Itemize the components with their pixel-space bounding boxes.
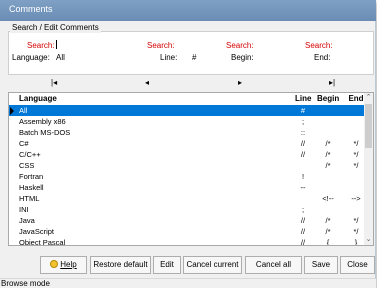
- cell-end[interactable]: */: [347, 226, 365, 237]
- cell-line[interactable]: --: [295, 182, 311, 193]
- cell-line[interactable]: //: [295, 226, 311, 237]
- table-row[interactable]: CSS /* */: [9, 160, 365, 171]
- nav-next-button[interactable]: ▸: [238, 78, 242, 88]
- cell-line[interactable]: #: [295, 105, 311, 116]
- table-row[interactable]: HTML <!-- -->: [9, 193, 365, 204]
- cell-language[interactable]: Object Pascal: [19, 237, 65, 245]
- cell-end[interactable]: */: [347, 160, 365, 171]
- cell-begin[interactable]: /*: [317, 138, 339, 149]
- column-language[interactable]: Language: [19, 93, 57, 105]
- save-button[interactable]: Save: [304, 256, 338, 274]
- table-row[interactable]: C# // /* */: [9, 138, 365, 149]
- begin-field[interactable]: [256, 52, 294, 64]
- line-label: Line:: [160, 53, 178, 62]
- cell-begin[interactable]: <!--: [317, 193, 339, 204]
- cell-begin[interactable]: /*: [317, 160, 339, 171]
- cell-language[interactable]: Haskell: [19, 182, 44, 193]
- title-bar: Comments: [0, 0, 376, 21]
- table-row[interactable]: C/C++ // /* */: [9, 149, 365, 160]
- table-row[interactable]: Batch MS-DOS::: [9, 127, 365, 138]
- window-title: Comments: [9, 4, 53, 14]
- cell-language[interactable]: HTML: [19, 193, 39, 204]
- cell-end[interactable]: }: [347, 237, 365, 245]
- cell-line[interactable]: //: [295, 149, 311, 160]
- end-search-input[interactable]: [334, 40, 370, 52]
- status-text: Browse mode: [1, 279, 50, 288]
- close-button[interactable]: Close: [340, 256, 375, 274]
- line-field[interactable]: #: [178, 52, 212, 64]
- column-line[interactable]: Line: [295, 93, 311, 105]
- cell-begin[interactable]: /*: [317, 215, 339, 226]
- grid-header: Language Line Begin End: [9, 93, 365, 105]
- cell-language[interactable]: C/C++: [19, 149, 41, 160]
- column-end[interactable]: End: [347, 93, 365, 105]
- language-field[interactable]: All: [54, 52, 134, 64]
- language-search-label: Search:: [27, 41, 55, 50]
- restore-default-button[interactable]: Restore default: [90, 256, 151, 274]
- line-search-input[interactable]: [178, 40, 212, 52]
- begin-search-input[interactable]: [256, 40, 294, 52]
- status-bar: Browse mode: [0, 278, 376, 288]
- cell-line[interactable]: //: [295, 138, 311, 149]
- table-row[interactable]: Assembly x86;: [9, 116, 365, 127]
- cell-line[interactable]: !: [295, 171, 311, 182]
- table-row[interactable]: Haskell --: [9, 182, 365, 193]
- cell-begin[interactable]: {: [317, 237, 339, 245]
- cell-language[interactable]: CSS: [19, 160, 34, 171]
- nav-last-button[interactable]: ▸|: [329, 78, 335, 88]
- button-bar: Help Restore default Edit Cancel current…: [40, 256, 376, 274]
- begin-search-label: Search:: [226, 41, 254, 50]
- cell-language[interactable]: INI: [19, 204, 29, 215]
- table-row[interactable]: Java // /* */: [9, 215, 365, 226]
- cell-end[interactable]: -->: [347, 193, 365, 204]
- comments-window: Comments Search / Edit Comments Search: …: [0, 0, 376, 288]
- cell-language[interactable]: Assembly x86: [19, 116, 66, 127]
- table-row[interactable]: JavaScript // /* */: [9, 226, 365, 237]
- cell-line[interactable]: ;: [295, 204, 311, 215]
- column-begin[interactable]: Begin: [317, 93, 339, 105]
- cell-end[interactable]: */: [347, 149, 365, 160]
- table-row[interactable]: All #: [9, 105, 365, 116]
- cell-line[interactable]: ::: [295, 127, 311, 138]
- cell-line[interactable]: //: [295, 237, 311, 245]
- nav-first-button[interactable]: |◂: [51, 78, 57, 88]
- cell-language[interactable]: JavaScript: [19, 226, 54, 237]
- text-caret: [56, 40, 57, 49]
- cell-language[interactable]: Batch MS-DOS: [19, 127, 70, 138]
- cell-language[interactable]: C#: [19, 138, 29, 149]
- language-search-input[interactable]: [54, 40, 134, 52]
- scroll-thumb[interactable]: [365, 104, 372, 148]
- cell-language[interactable]: All: [19, 105, 27, 116]
- table-row[interactable]: Fortran!: [9, 171, 365, 182]
- table-row[interactable]: Object Pascal // {}: [9, 237, 365, 245]
- cell-line[interactable]: //: [295, 215, 311, 226]
- table-row[interactable]: INI;: [9, 204, 365, 215]
- help-icon: [50, 260, 59, 268]
- end-label: End:: [314, 53, 331, 62]
- cell-begin[interactable]: /*: [317, 149, 339, 160]
- scroll-up-icon[interactable]: ⌃: [364, 93, 373, 103]
- cell-begin[interactable]: /*: [317, 226, 339, 237]
- edit-button[interactable]: Edit: [153, 256, 181, 274]
- cell-end[interactable]: */: [347, 215, 365, 226]
- language-label: Language:: [12, 53, 50, 62]
- line-search-label: Search:: [147, 41, 175, 50]
- help-button[interactable]: Help: [40, 256, 87, 274]
- cancel-all-button[interactable]: Cancel all: [245, 256, 302, 274]
- cell-end[interactable]: */: [347, 138, 365, 149]
- current-row-indicator-icon: [10, 107, 14, 115]
- end-search-label: Search:: [305, 41, 333, 50]
- scroll-down-icon[interactable]: ⌄: [364, 235, 373, 245]
- grid-scrollbar[interactable]: ⌃ ⌄: [364, 93, 373, 245]
- cell-line[interactable]: ;: [295, 116, 311, 127]
- cell-language[interactable]: Java: [19, 215, 35, 226]
- help-button-label: Help: [60, 260, 77, 269]
- search-edit-group-label: Search / Edit Comments: [10, 23, 101, 33]
- end-field[interactable]: [334, 52, 370, 64]
- cancel-current-button[interactable]: Cancel current: [183, 256, 242, 274]
- comments-grid[interactable]: Language Line Begin End All # Assembly x86…: [8, 92, 374, 246]
- nav-prior-button[interactable]: ◂: [145, 78, 149, 88]
- begin-label: Begin:: [231, 53, 254, 62]
- cell-language[interactable]: Fortran: [19, 171, 43, 182]
